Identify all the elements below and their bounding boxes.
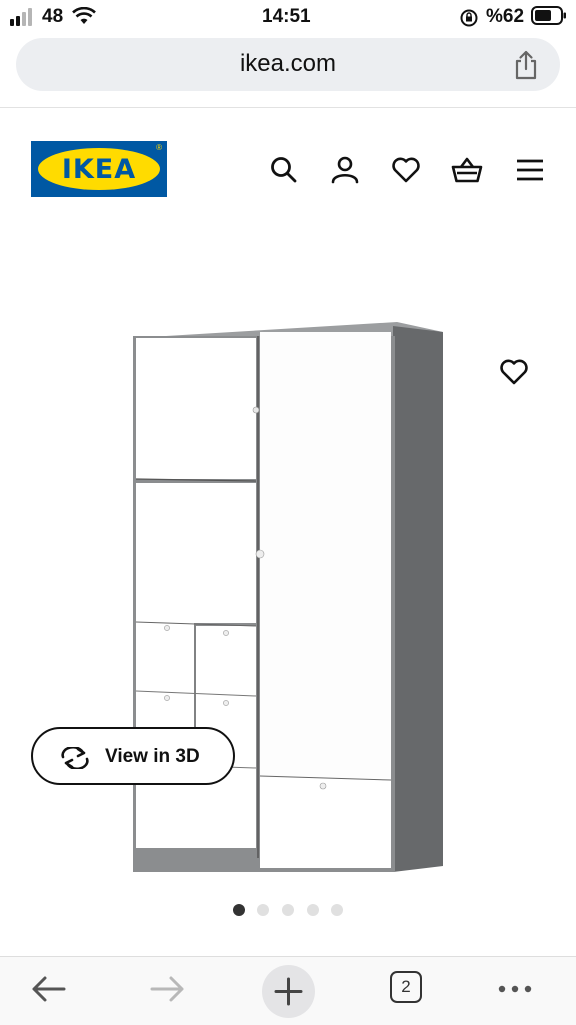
url-text[interactable]: ikea.com <box>16 50 560 78</box>
basket-icon[interactable] <box>451 154 483 186</box>
image-carousel-dots <box>226 904 350 918</box>
carousel-dot[interactable] <box>307 904 319 916</box>
signal-text: 48 <box>42 6 64 27</box>
clock: 14:51 <box>262 6 311 27</box>
menu-icon[interactable] <box>514 154 546 186</box>
more-options-icon[interactable] <box>495 969 535 1009</box>
view-in-3d-label: View in 3D <box>105 746 200 767</box>
divider <box>0 107 576 108</box>
wifi-icon <box>72 7 96 24</box>
forward-arrow-icon[interactable] <box>148 969 188 1009</box>
rotation-lock-icon <box>460 9 478 27</box>
carousel-dot[interactable] <box>233 904 245 916</box>
back-arrow-icon[interactable] <box>28 969 68 1009</box>
search-icon[interactable] <box>268 154 300 186</box>
view-in-3d-button[interactable]: View in 3D <box>31 727 235 785</box>
battery-percent: %62 <box>486 6 525 27</box>
registered-mark: ® <box>156 143 162 152</box>
ikea-logo[interactable]: IKEA ® <box>31 141 167 197</box>
signal-icon <box>10 8 32 26</box>
carousel-dot[interactable] <box>257 904 269 916</box>
logo-text: IKEA <box>61 154 137 185</box>
carousel-dot[interactable] <box>331 904 343 916</box>
share-icon[interactable] <box>512 50 540 80</box>
browser-toolbar: 2 <box>0 956 576 1025</box>
tabs-button[interactable]: 2 <box>390 971 422 1003</box>
carousel-dot[interactable] <box>282 904 294 916</box>
account-icon[interactable] <box>329 154 361 186</box>
new-tab-button[interactable] <box>262 965 315 1018</box>
rotate-3d-icon <box>61 747 89 769</box>
plus-icon <box>274 977 303 1006</box>
favourites-icon[interactable] <box>390 154 422 186</box>
status-bar: 48 14:51 %62 <box>0 0 576 34</box>
address-bar[interactable]: ikea.com <box>16 38 560 91</box>
add-to-favourites-icon[interactable] <box>498 356 530 388</box>
battery-icon <box>531 6 566 25</box>
product-image-wardrobe[interactable] <box>125 318 450 878</box>
